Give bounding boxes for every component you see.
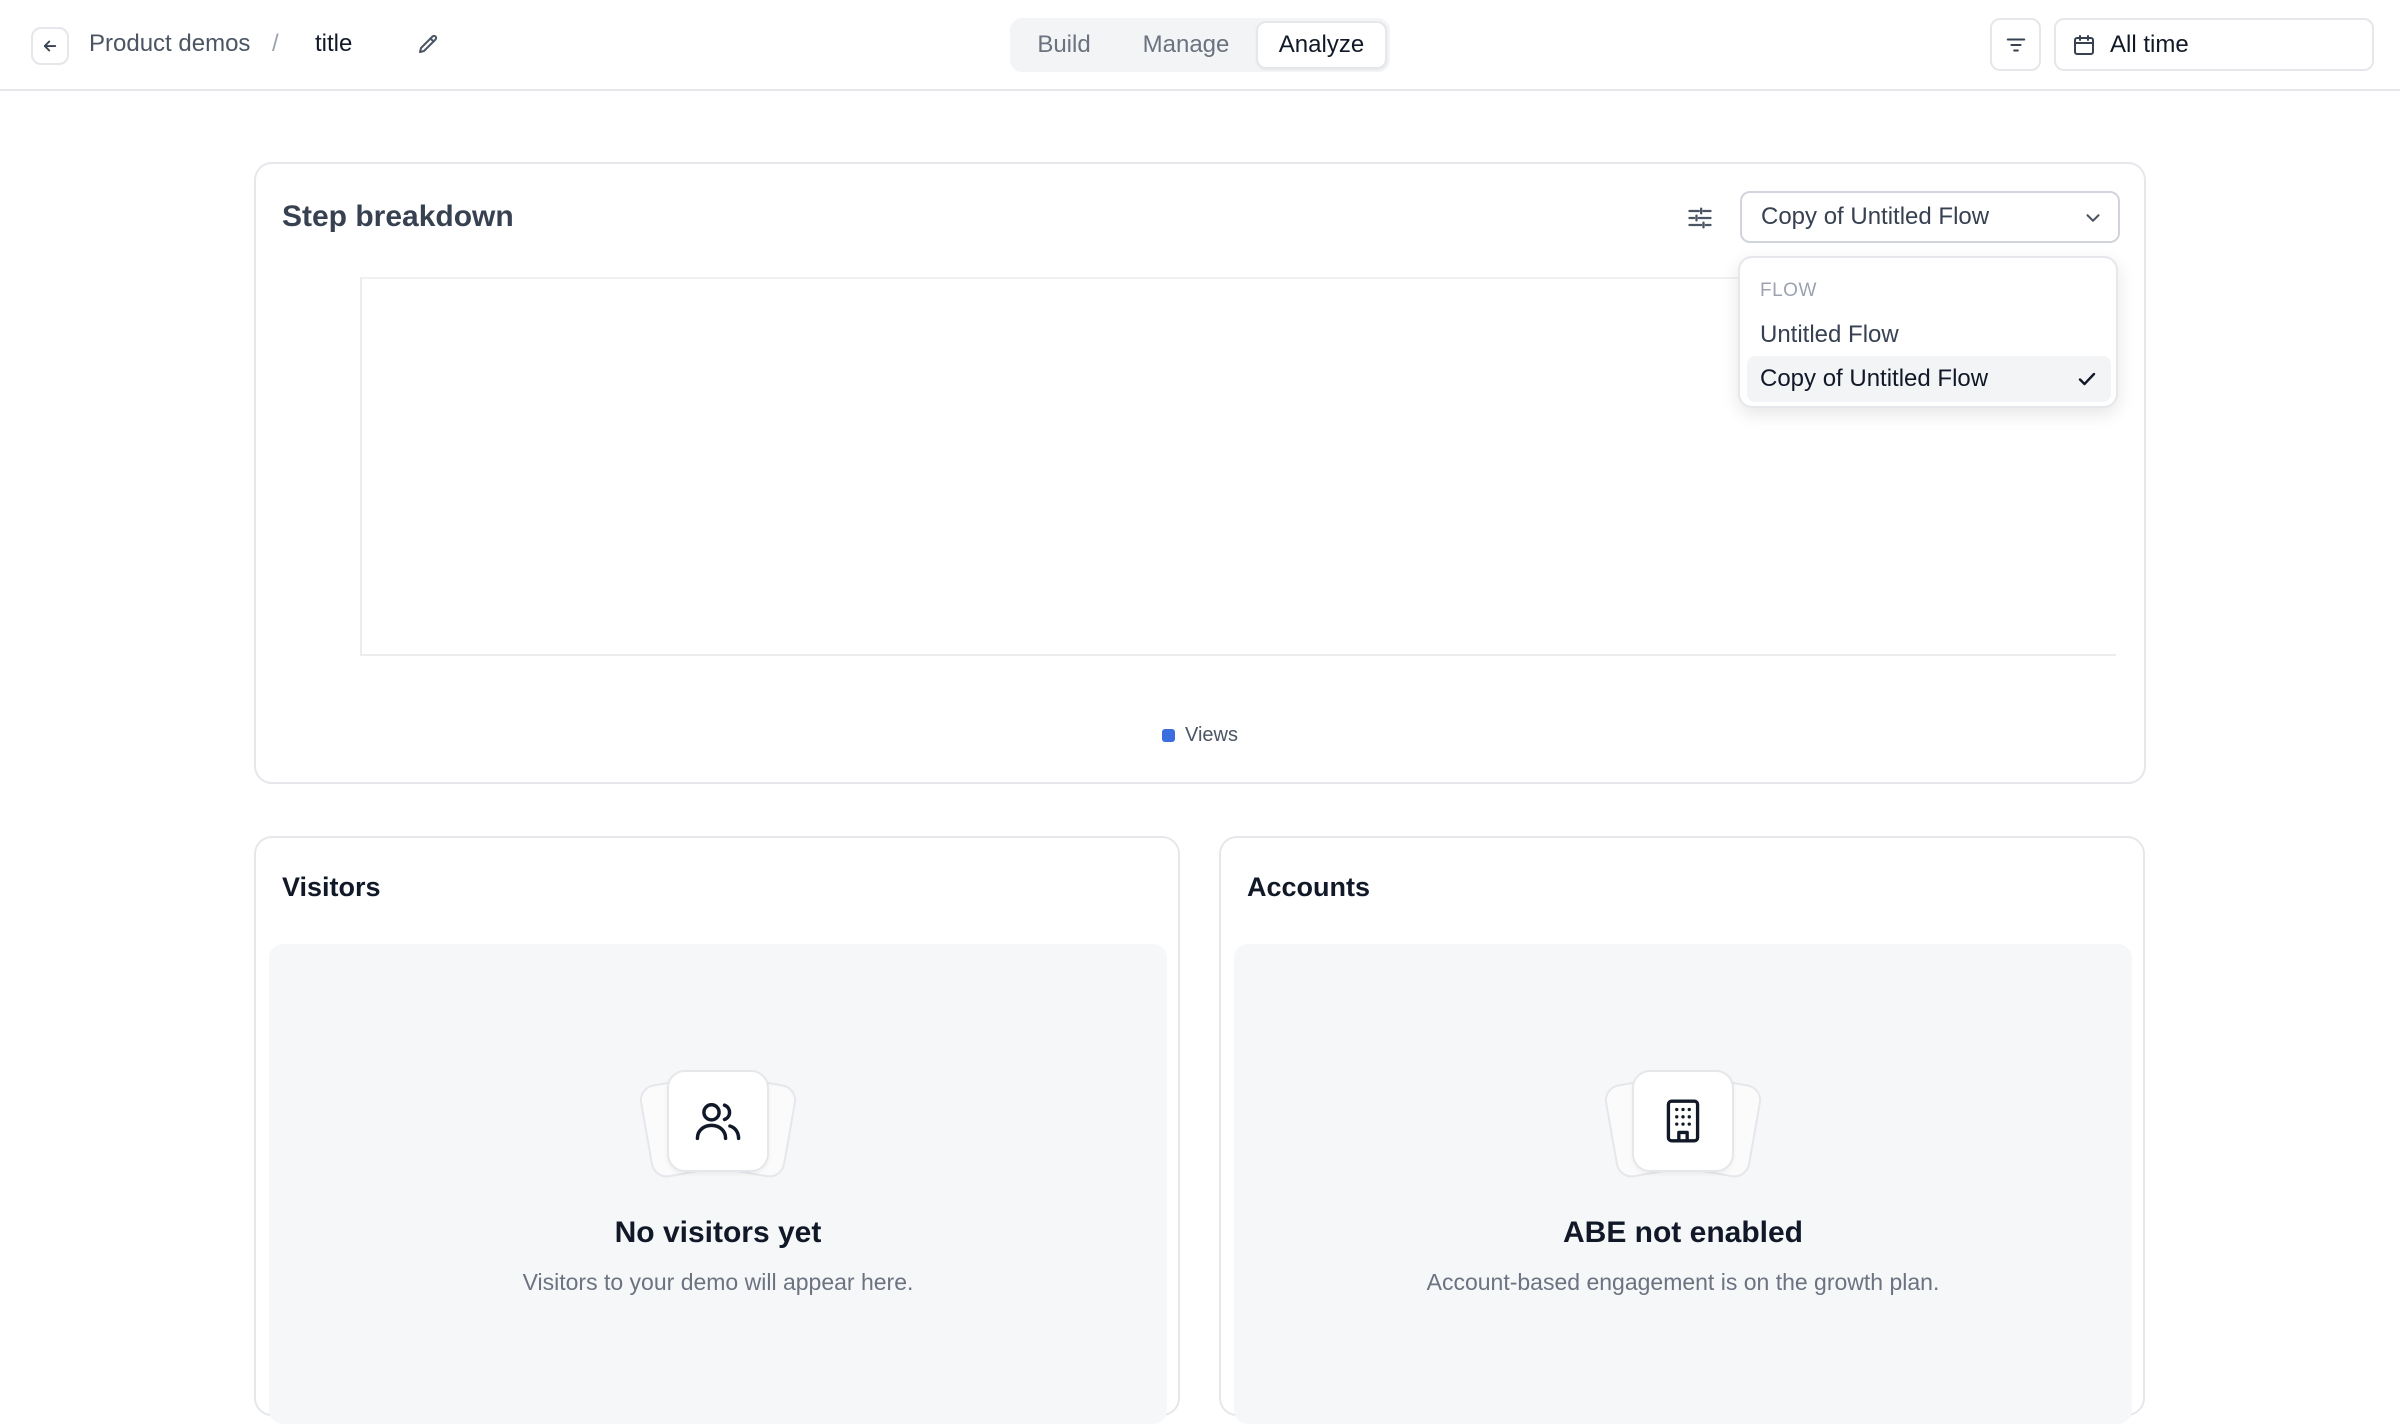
visitors-empty-state: No visitors yet Visitors to your demo wi… <box>269 944 1167 1424</box>
filter-button[interactable] <box>1990 18 2041 71</box>
dropdown-option-untitled-flow[interactable]: Untitled Flow <box>1747 312 2111 358</box>
building-icon <box>1666 1099 1700 1143</box>
dropdown-option-label: Untitled Flow <box>1760 321 1899 348</box>
chevron-down-icon <box>2086 214 2100 222</box>
accounts-empty-state: ABE not enabled Account-based engagement… <box>1234 944 2132 1424</box>
breadcrumb-separator: / <box>272 30 279 57</box>
accounts-title: Accounts <box>1247 872 1371 902</box>
accounts-empty-subtitle: Account-based engagement is on the growt… <box>1426 1269 1940 1295</box>
breadcrumb-product-demos[interactable]: Product demos <box>89 30 250 58</box>
icon-card-front <box>667 1070 769 1172</box>
dropdown-group-label: FLOW <box>1760 280 1817 301</box>
arrow-left-icon <box>43 40 57 52</box>
visitors-empty-subtitle: Visitors to your demo will appear here. <box>522 1269 914 1295</box>
dropdown-option-label: Copy of Untitled Flow <box>1760 365 1989 392</box>
flow-select-value: Copy of Untitled Flow <box>1761 203 1990 230</box>
view-tabs: Build Manage Analyze <box>1010 18 1390 72</box>
flow-select[interactable]: Copy of Untitled Flow <box>1740 191 2120 243</box>
visitors-icon-stack <box>637 1070 799 1180</box>
date-range-label: All time <box>2110 30 2189 58</box>
pencil-icon <box>419 34 438 53</box>
accounts-card: Accounts ABE not enabled Account-based e… <box>1219 836 2145 1424</box>
chart-legend: Views <box>1162 724 1238 747</box>
accounts-empty-title: ABE not enabled <box>1562 1216 1803 1249</box>
icon-card-front <box>1632 1070 1734 1172</box>
tab-manage[interactable]: Manage <box>1126 21 1246 69</box>
legend-swatch-views <box>1162 729 1175 742</box>
date-range-picker[interactable]: All time <box>2054 18 2374 71</box>
dropdown-option-copy-of-untitled-flow[interactable]: Copy of Untitled Flow <box>1747 356 2111 402</box>
edit-title-button[interactable] <box>413 30 443 60</box>
users-icon <box>695 1103 741 1141</box>
breadcrumb-current-title: title <box>315 30 353 57</box>
filter-lines-icon <box>2006 37 2025 52</box>
tab-analyze[interactable]: Analyze <box>1256 21 1387 69</box>
flow-dropdown-menu: FLOW Untitled Flow Copy of Untitled Flow <box>1738 256 2118 408</box>
accounts-icon-stack <box>1602 1070 1764 1180</box>
legend-label-views: Views <box>1185 724 1238 746</box>
back-button[interactable] <box>31 27 69 65</box>
visitors-card: Visitors No visitors yet Visitors to you… <box>254 836 1180 1424</box>
visitors-empty-title: No visitors yet <box>614 1216 822 1249</box>
top-bar: Product demos / title Build Manage Analy… <box>0 0 2400 91</box>
sliders-icon <box>1688 207 1712 229</box>
calendar-icon <box>2074 34 2094 55</box>
step-breakdown-title: Step breakdown <box>282 200 514 233</box>
check-icon <box>2078 372 2096 386</box>
visitors-title: Visitors <box>282 872 381 902</box>
tab-build[interactable]: Build <box>1014 21 1114 69</box>
chart-settings-button[interactable] <box>1682 200 1718 236</box>
